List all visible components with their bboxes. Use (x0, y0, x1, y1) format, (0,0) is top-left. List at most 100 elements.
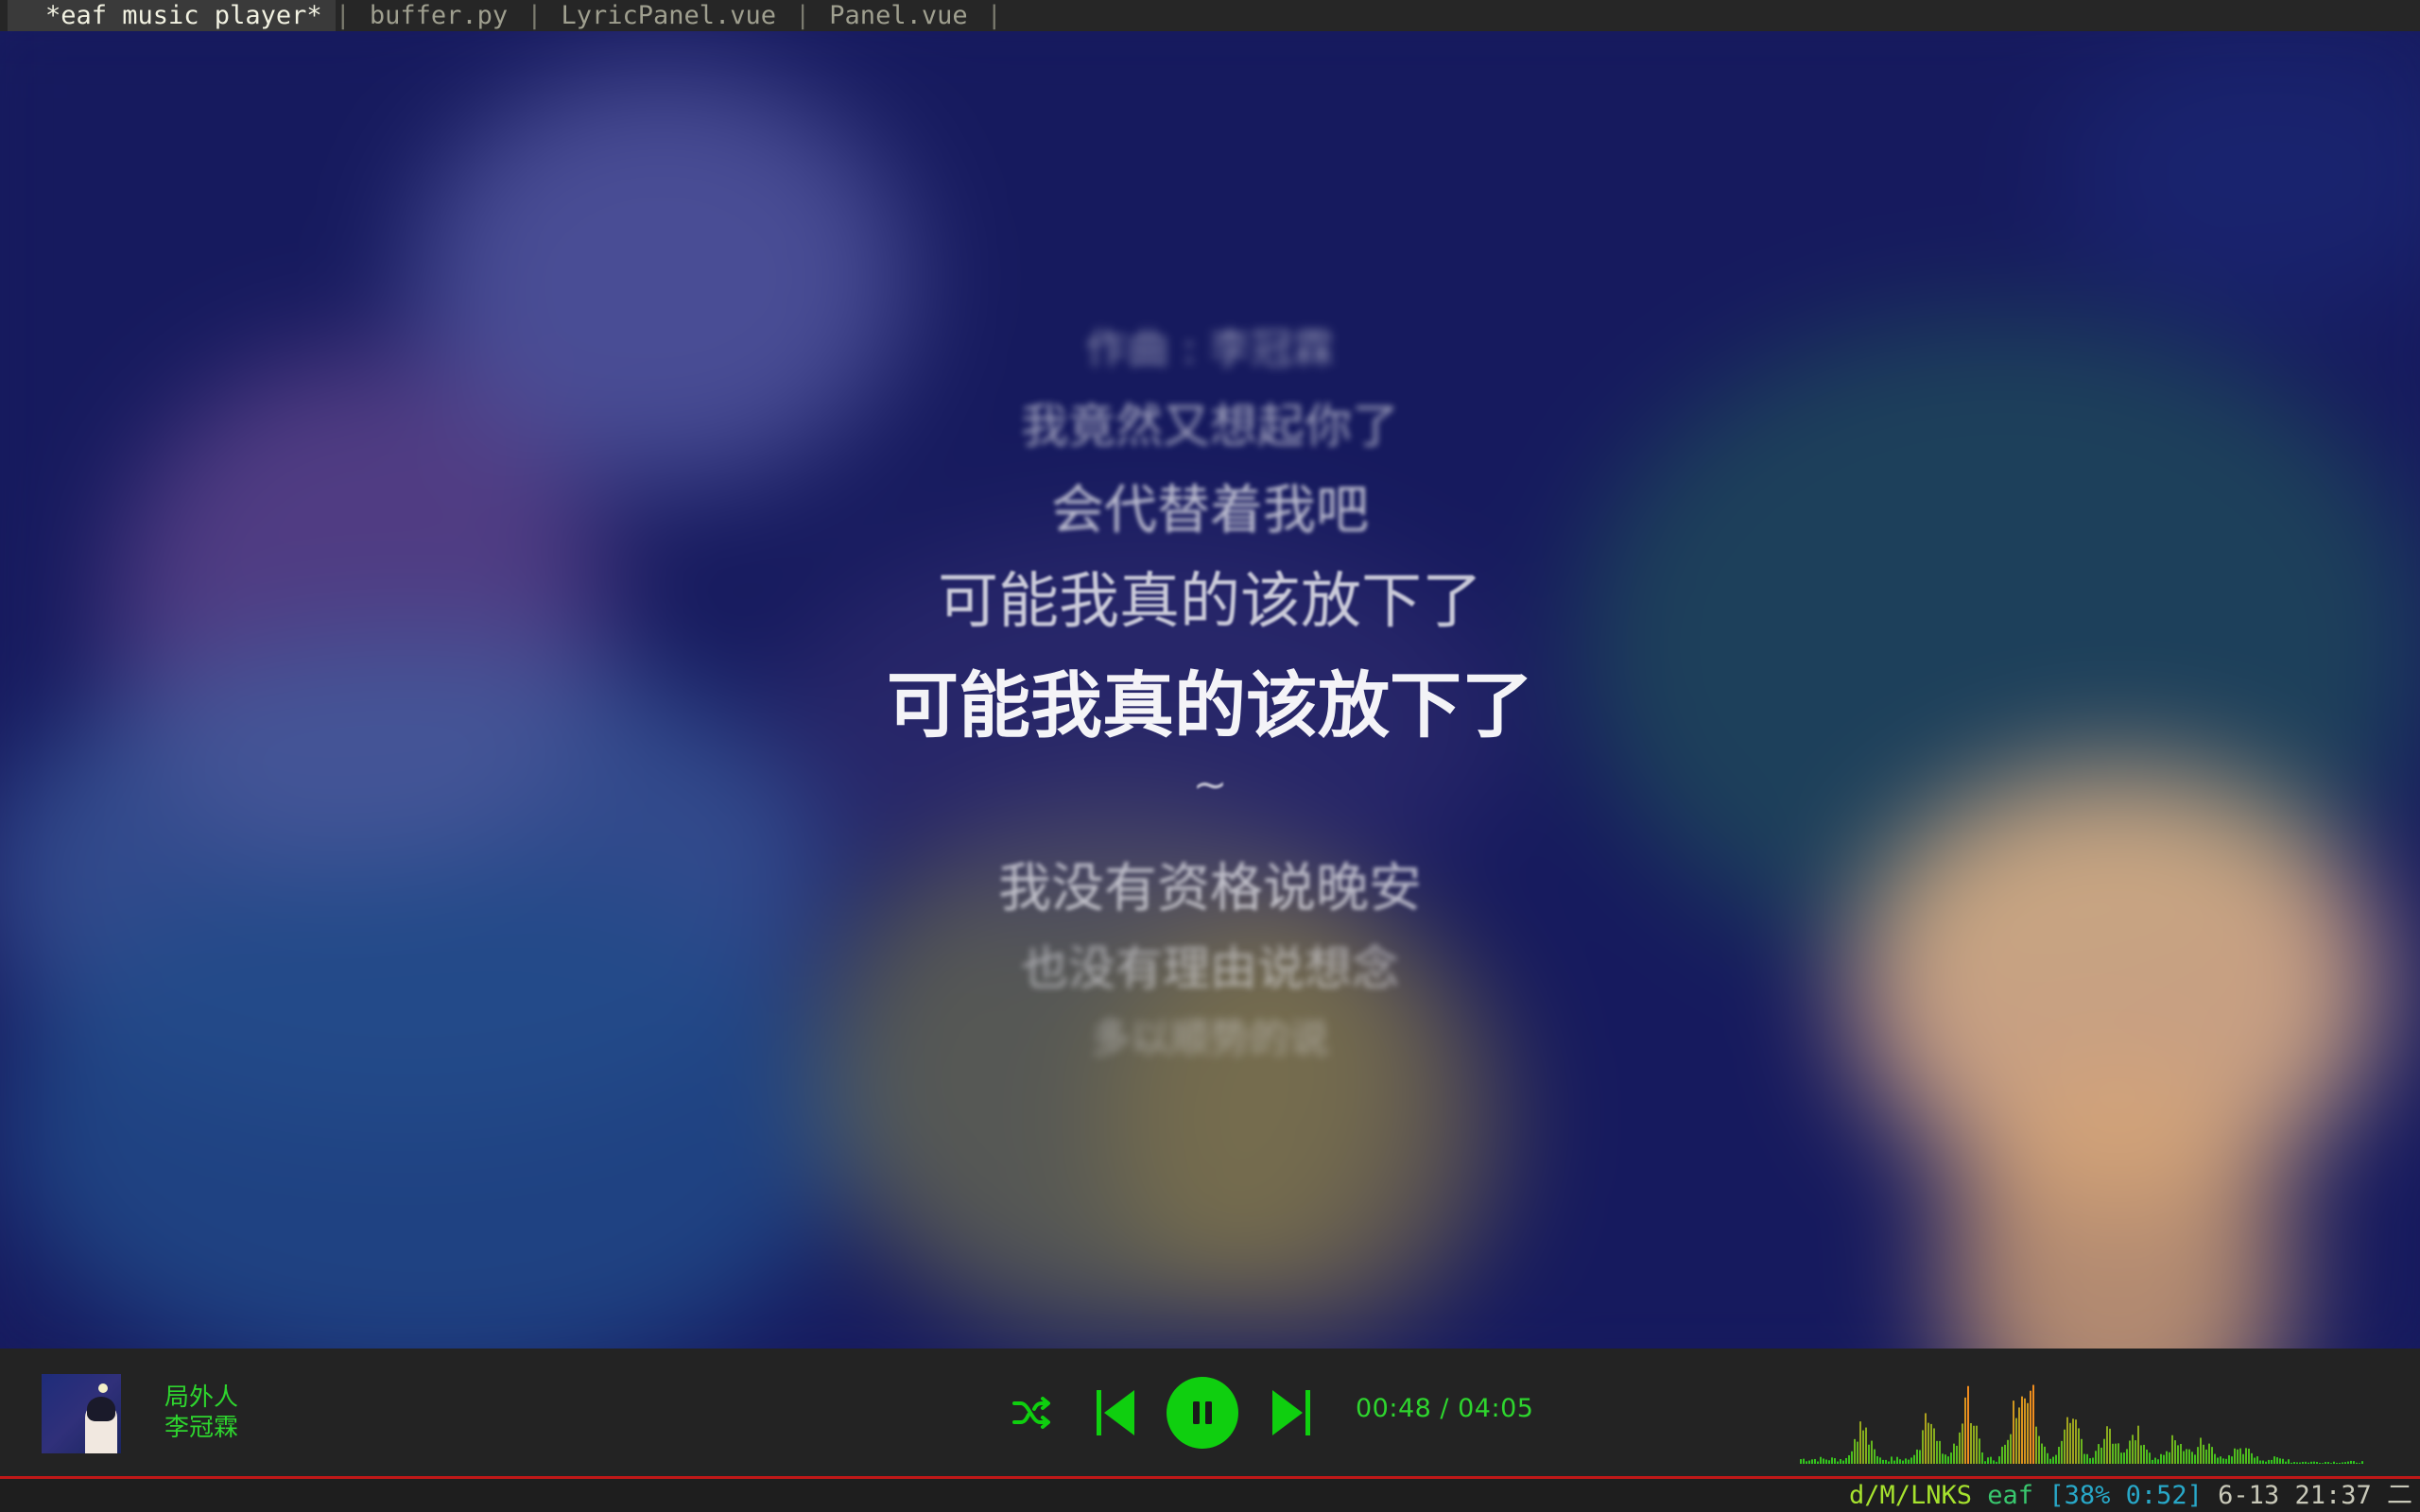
visualizer-bar (2299, 1462, 2301, 1464)
visualizer-bar (1930, 1423, 1932, 1464)
visualizer-bar (2330, 1463, 2332, 1464)
visualizer-bar (1976, 1425, 1978, 1464)
visualizer-bar (1942, 1453, 1944, 1464)
visualizer-bar (1967, 1385, 1969, 1464)
visualizer-bar (2007, 1439, 2009, 1464)
visualizer-bar (2359, 1463, 2360, 1464)
visualizer-bar (2143, 1444, 2145, 1464)
visualizer-bar (2092, 1457, 2094, 1464)
visualizer-bar (2197, 1447, 2199, 1464)
visualizer-bar (2169, 1452, 2170, 1464)
visualizer-bar (2083, 1453, 2085, 1464)
visualizer-bar (2146, 1449, 2148, 1464)
tab-bar: *eaf music player* | buffer.py | LyricPa… (0, 0, 2420, 31)
visualizer-bar (2325, 1462, 2326, 1464)
visualizer-bar (1910, 1457, 1912, 1464)
visualizer-bar (2180, 1443, 2182, 1464)
visualizer-bar (2154, 1457, 2156, 1464)
visualizer-bar (1888, 1461, 1890, 1464)
visualizer-bar (2353, 1461, 2355, 1464)
total-time: 04:05 (1458, 1394, 1534, 1423)
visualizer-bar (1925, 1413, 1927, 1464)
visualizer-bar (1800, 1459, 1802, 1464)
tab-separator: | (795, 1, 811, 30)
visualizer-bar (2288, 1459, 2290, 1464)
visualizer-bar (2004, 1444, 2006, 1464)
visualizer-bar (2222, 1458, 2224, 1464)
visualizer-bar (2347, 1461, 2349, 1464)
skip-previous-icon (1097, 1390, 1134, 1435)
visualizer-bar (2285, 1461, 2287, 1464)
visualizer-bar (2214, 1453, 2216, 1464)
visualizer-bar (2313, 1461, 2315, 1464)
visualizer-bar (1962, 1423, 1963, 1464)
visualizer-bar (2081, 1438, 2083, 1464)
visualizer-bar (1859, 1421, 1861, 1464)
pause-icon (1193, 1401, 1212, 1424)
visualizer-bar (1981, 1452, 1983, 1464)
visualizer-bar (2200, 1437, 2202, 1464)
tab-panel-vue[interactable]: Panel.vue (810, 0, 986, 31)
datetime: 6-13 21:37 (2218, 1481, 2372, 1510)
visualizer-bar (2152, 1459, 2153, 1464)
visualizer-bar (1857, 1441, 1858, 1464)
visualizer-bar (2262, 1460, 2264, 1464)
visualizer-bar (1854, 1438, 1856, 1464)
shuffle-button[interactable] (1011, 1396, 1053, 1430)
visualizer-bar (1808, 1460, 1810, 1464)
visualizer-bar (1913, 1454, 1915, 1464)
visualizer-bar (1947, 1456, 1949, 1464)
visualizer-bar (2344, 1462, 2346, 1464)
visualizer-bar (2194, 1454, 2196, 1464)
visualizer-bar (1893, 1460, 1895, 1464)
visualizer-bar (1905, 1458, 1907, 1464)
visualizer-bar (2203, 1444, 2204, 1464)
visualizer-bar (1876, 1455, 1878, 1464)
lyric-line: 可能我真的该放下了 (938, 567, 1482, 637)
tab-separator: | (527, 1, 543, 30)
visualizer-bar (1871, 1440, 1873, 1464)
visualizer-bar (1896, 1456, 1898, 1464)
visualizer-bar (2129, 1440, 2131, 1464)
next-button[interactable] (1270, 1388, 1312, 1437)
moon-shape (98, 1383, 108, 1393)
visualizer-bar (2308, 1462, 2309, 1464)
visualizer-bar (1845, 1457, 1847, 1464)
tab-eaf-music-player[interactable]: *eaf music player* (8, 0, 336, 31)
visualizer-bar (2072, 1418, 2074, 1464)
visualizer-bar (2342, 1462, 2343, 1464)
tab-lyricpanel-vue[interactable]: LyricPanel.vue (542, 0, 795, 31)
visualizer-bar (2052, 1456, 2054, 1464)
visualizer-bar (2350, 1460, 2352, 1464)
visualizer-bar (2044, 1446, 2046, 1464)
visualizer-bar (2115, 1443, 2117, 1464)
audio-visualizer (1800, 1384, 2363, 1464)
visualizer-bar (2135, 1440, 2136, 1464)
visualizer-bar (2327, 1462, 2329, 1464)
visualizer-bar (1823, 1458, 1824, 1464)
previous-button[interactable] (1095, 1388, 1136, 1437)
visualizer-bar (2001, 1446, 2003, 1464)
visualizer-bar (2316, 1462, 2318, 1464)
visualizer-bar (2140, 1445, 2142, 1464)
visualizer-bar (1979, 1438, 1980, 1464)
visualizer-bar (2231, 1456, 2233, 1464)
visualizer-bar (2279, 1458, 2281, 1464)
lyric-line: 我竟然又想起你了 (1021, 399, 1399, 454)
visualizer-bar (2160, 1453, 2162, 1464)
visualizer-bar (1899, 1459, 1901, 1464)
visualizer-bar (1933, 1428, 1935, 1464)
visualizer-bar (2242, 1453, 2244, 1464)
visualizer-bar (2098, 1444, 2100, 1464)
visualizer-bar (2271, 1459, 2273, 1464)
visualizer-bar (1970, 1423, 1972, 1464)
visualizer-bar (2015, 1418, 2017, 1464)
play-pause-button[interactable] (1167, 1377, 1238, 1449)
lyrics-list: 作曲 : 李冠霖 我竟然又想起你了 会代替着我吧 可能我真的该放下了 可能我真的… (0, 31, 2420, 1349)
album-cover[interactable] (42, 1374, 121, 1453)
visualizer-bar (2310, 1461, 2312, 1464)
visualizer-bar (2064, 1429, 2066, 1464)
player-bar: 局外人 李冠霖 00:48 / 04:05 (0, 1349, 2420, 1476)
tab-buffer-py[interactable]: buffer.py (351, 0, 527, 31)
visualizer-bar (1865, 1427, 1867, 1464)
